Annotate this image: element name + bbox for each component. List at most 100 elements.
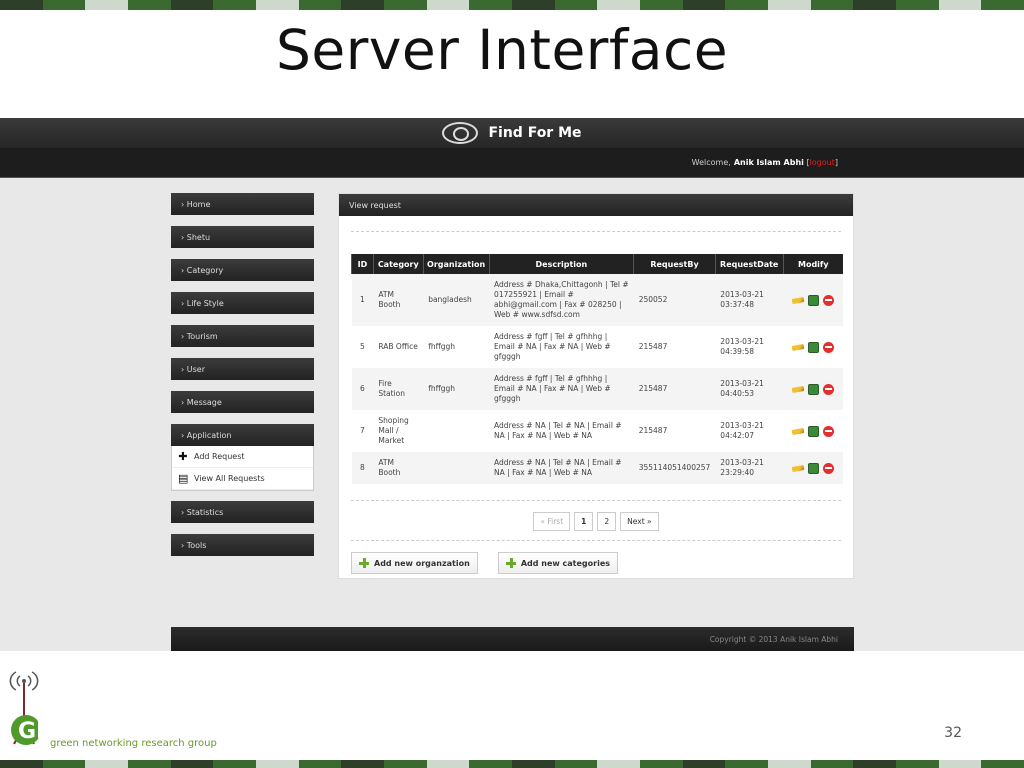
cell-organization: fhffggh: [423, 368, 490, 410]
stripe-segment: [682, 0, 726, 10]
cell-modify: [783, 410, 843, 452]
view-details-icon[interactable]: [808, 341, 820, 353]
view-request-panel: View request ID Category Organization De…: [338, 193, 854, 579]
table-row[interactable]: 5 RAB Office fhffggh Address # fgff | Tel #…: [351, 326, 843, 368]
edit-pencil-icon[interactable]: [791, 296, 805, 304]
sidebar-item-shetu[interactable]: › Shetu: [171, 226, 314, 248]
view-details-icon[interactable]: [808, 425, 820, 437]
stripe-segment: [981, 0, 1024, 10]
stripe-segment: [554, 0, 598, 10]
column-header-requestby[interactable]: RequestBy: [633, 254, 716, 274]
pagination-page-1[interactable]: 1: [574, 512, 594, 531]
stripe-segment: [298, 0, 342, 10]
column-header-organization[interactable]: Organization: [422, 254, 490, 274]
view-details-icon[interactable]: [808, 462, 820, 474]
delete-icon[interactable]: [823, 341, 835, 353]
cell-modify: [783, 274, 843, 326]
delete-icon[interactable]: [823, 462, 835, 474]
cell-requestby: 355114051400257: [633, 452, 716, 484]
stripe-segment: [0, 760, 43, 768]
stripe-segment: [42, 0, 86, 10]
action-buttons: Add new organzation Add new categories: [351, 552, 619, 574]
submenu-add-request[interactable]: ✚ Add Request: [172, 446, 313, 468]
stripe-segment: [170, 760, 214, 768]
stripe-segment: [469, 0, 513, 10]
delete-icon[interactable]: [823, 383, 835, 395]
cell-description: Address # NA | Tel # NA | Email # NA | F…: [489, 410, 634, 452]
cell-id: 5: [351, 326, 374, 368]
user-name: Anik Islam Abhi: [733, 158, 804, 167]
slide: Server Interface Find For Me Welcome, An…: [0, 0, 1024, 768]
app-topbar: Find For Me: [0, 118, 1024, 148]
stripe-segment: [256, 0, 299, 10]
submenu-view-all-requests[interactable]: ▤ View All Requests: [172, 468, 313, 490]
edit-pencil-icon[interactable]: [791, 464, 805, 472]
sidebar-item-category[interactable]: › Category: [171, 259, 314, 281]
panel-title: View request: [339, 194, 853, 216]
edit-pencil-icon[interactable]: [791, 343, 805, 351]
stripe-segment: [725, 760, 769, 768]
gnr-tagline: green networking research group: [50, 738, 217, 749]
sidebar-item-home[interactable]: › Home: [171, 193, 314, 215]
cell-id: 8: [351, 452, 374, 484]
table-row[interactable]: 7 Shoping Mall / Market Address # NA | Tel…: [351, 410, 843, 452]
stripe-segment: [768, 0, 811, 10]
column-header-description[interactable]: Description: [488, 254, 634, 274]
logout-link[interactable]: logout: [810, 158, 835, 167]
bottom-decorative-stripe: [0, 760, 1024, 768]
stripe-segment: [853, 0, 897, 10]
table-row[interactable]: 6 Fire Station fhffggh Address # fgff | Tel…: [351, 368, 843, 410]
stripe-segment: [213, 760, 257, 768]
welcome-bar: Welcome, Anik Islam Abhi [ logout ]: [0, 148, 1024, 178]
stripe-segment: [640, 0, 683, 10]
app-logo[interactable]: Find For Me: [442, 122, 582, 144]
cell-organization: [423, 452, 490, 484]
table-row[interactable]: 1 ATM Booth bangladesh Address # Dhaka,Chit…: [351, 274, 843, 326]
add-organization-button[interactable]: Add new organzation: [351, 552, 478, 574]
pagination-first[interactable]: « First: [533, 512, 571, 531]
add-category-button[interactable]: Add new categories: [497, 552, 619, 574]
sidebar-item-tourism[interactable]: › Tourism: [171, 325, 314, 347]
edit-pencil-icon[interactable]: [791, 385, 805, 393]
cell-description: Address # NA | Tel # NA | Email # NA | F…: [489, 452, 634, 484]
cell-organization: fhffggh: [423, 326, 490, 368]
slide-number: 32: [944, 725, 962, 741]
sidebar-item-message[interactable]: › Message: [171, 391, 314, 413]
column-header-requestdate[interactable]: RequestDate: [714, 254, 784, 274]
cell-category: RAB Office: [373, 326, 424, 368]
cell-id: 6: [351, 368, 374, 410]
table-row[interactable]: 8 ATM Booth Address # NA | Tel # NA | Emai…: [351, 452, 843, 484]
column-header-id[interactable]: ID: [351, 254, 374, 274]
pagination-page-2[interactable]: 2: [597, 512, 617, 531]
edit-pencil-icon[interactable]: [791, 427, 805, 435]
sidebar-item-user[interactable]: › User: [171, 358, 314, 380]
stripe-segment: [298, 760, 342, 768]
stripe-segment: [512, 760, 555, 768]
stripe-segment: [469, 760, 513, 768]
sidebar-item-application[interactable]: › Application: [171, 424, 314, 446]
delete-icon[interactable]: [823, 294, 835, 306]
view-details-icon[interactable]: [808, 383, 820, 395]
gnr-logo: GNR green networking research group: [4, 668, 244, 758]
button-label: Add new categories: [520, 558, 611, 568]
cell-requestdate: 2013-03-21 04:40:53: [715, 368, 784, 410]
pagination-next[interactable]: Next »: [620, 512, 659, 531]
sidebar-item-statistics[interactable]: › Statistics: [171, 501, 314, 523]
add-icon: [505, 558, 516, 568]
cell-modify: [783, 368, 843, 410]
cell-category: ATM Booth: [373, 452, 424, 484]
stripe-segment: [725, 0, 769, 10]
sidebar-item-life-style[interactable]: › Life Style: [171, 292, 314, 314]
view-details-icon[interactable]: [808, 294, 820, 306]
cell-requestby: 215487: [633, 326, 716, 368]
column-header-category[interactable]: Category: [372, 254, 424, 274]
application-submenu: ✚ Add Request ▤ View All Requests: [171, 446, 314, 491]
divider: [351, 500, 841, 501]
sidebar-item-tools[interactable]: › Tools: [171, 534, 314, 556]
stripe-segment: [426, 0, 470, 10]
delete-icon[interactable]: [823, 425, 835, 437]
stripe-segment: [384, 760, 427, 768]
modify-actions: [788, 462, 838, 474]
stripe-segment: [85, 0, 129, 10]
stripe-segment: [640, 760, 683, 768]
